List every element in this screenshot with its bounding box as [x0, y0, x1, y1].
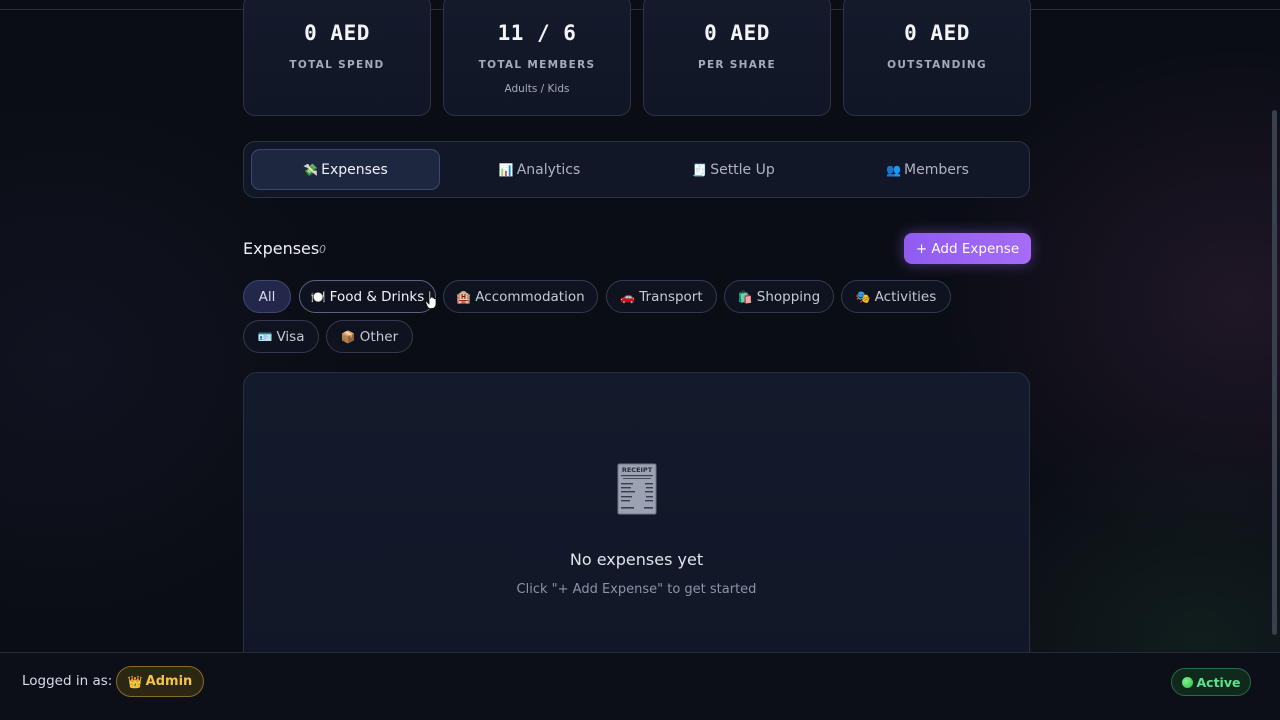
tab-analytics[interactable]: 📊 Analytics — [445, 149, 634, 190]
expenses-empty-panel — [243, 372, 1030, 672]
stat-label: OUTSTANDING — [887, 59, 987, 71]
car-icon: 🚗 — [620, 289, 636, 304]
tab-label: Expenses — [321, 161, 388, 178]
section-title: Expenses — [243, 239, 320, 258]
filter-chip-activities[interactable]: 🎭 Activities — [841, 280, 951, 313]
stat-value: 0 AED — [904, 21, 970, 45]
stat-card-total-members: 11 / 6 TOTAL MEMBERS Adults / Kids — [443, 0, 631, 116]
chip-label: Activities — [874, 288, 937, 305]
chip-label: Visa — [276, 328, 305, 345]
receipt-text: RECEIPT — [622, 466, 653, 474]
tab-settle-up[interactable]: 🧾 Settle Up — [639, 149, 828, 190]
logged-in-label: Logged in as: — [22, 673, 113, 689]
receipt-icon: RECEIPT — [617, 463, 657, 515]
role-badge: 👑 Admin — [116, 666, 204, 697]
tab-label: Members — [904, 161, 969, 178]
chip-label: Other — [359, 328, 399, 345]
chip-label: Shopping — [756, 288, 821, 305]
stat-card-outstanding: 0 AED OUTSTANDING — [843, 0, 1031, 116]
filter-chip-shopping[interactable]: 🛍️ Shopping — [724, 280, 834, 313]
top-edge — [0, 0, 1280, 10]
empty-state-subtitle: Click "+ Add Expense" to get started — [516, 582, 757, 597]
receipt-icon: 🧾 — [692, 162, 708, 177]
package-icon: 📦 — [340, 329, 356, 344]
stat-card-total-spend: 0 AED TOTAL SPEND — [243, 0, 431, 116]
stat-label: TOTAL SPEND — [289, 59, 385, 71]
chip-label: Transport — [639, 288, 703, 305]
role-label: Admin — [145, 674, 193, 689]
filter-chip-food-drinks[interactable]: 🍽️ Food & Drinks — [299, 280, 436, 313]
empty-state-title: No expenses yet — [569, 550, 704, 569]
green-circle-icon — [1181, 676, 1193, 688]
filter-chip-other[interactable]: 📦 Other — [326, 320, 413, 353]
chip-label: All — [258, 288, 276, 305]
hotel-icon: 🏨 — [456, 289, 472, 304]
tab-label: Analytics — [516, 161, 581, 178]
stat-value: 0 AED — [304, 21, 370, 45]
theater-masks-icon: 🎭 — [855, 289, 871, 304]
stat-sublabel: Adults / Kids — [504, 83, 570, 95]
bar-chart-icon: 📊 — [498, 162, 514, 177]
filter-chip-visa[interactable]: 🪪 Visa — [243, 320, 319, 353]
status-badge: Active — [1171, 668, 1251, 696]
stat-label: PER SHARE — [697, 59, 777, 71]
stat-value: 11 / 6 — [497, 21, 577, 45]
add-expense-button[interactable]: + Add Expense — [904, 233, 1031, 264]
hand-cursor-icon — [425, 290, 437, 309]
expense-count: 0 — [319, 243, 326, 256]
tab-members[interactable]: 👥 Members — [833, 149, 1022, 190]
stat-label: TOTAL MEMBERS — [478, 59, 596, 71]
filter-chip-transport[interactable]: 🚗 Transport — [606, 280, 717, 313]
id-card-icon: 🪪 — [257, 329, 273, 344]
tab-expenses[interactable]: 💸 Expenses — [251, 149, 440, 190]
filter-chip-all[interactable]: All — [243, 280, 291, 313]
shopping-bags-icon: 🛍️ — [737, 289, 753, 304]
chip-label: Food & Drinks — [329, 288, 425, 305]
scrollbar[interactable] — [1272, 110, 1277, 635]
people-icon: 👥 — [886, 162, 902, 177]
chip-label: Accommodation — [475, 288, 585, 305]
plate-icon: 🍽️ — [310, 289, 326, 304]
tab-bar: 💸 Expenses 📊 Analytics 🧾 Settle Up 👥 Mem… — [243, 141, 1030, 198]
tab-label: Settle Up — [710, 161, 775, 178]
crown-icon: 👑 — [127, 674, 143, 689]
stat-value: 0 AED — [704, 21, 770, 45]
status-label: Active — [1196, 674, 1241, 690]
stat-card-per-share: 0 AED PER SHARE — [643, 0, 831, 116]
filter-chip-accommodation[interactable]: 🏨 Accommodation — [443, 280, 598, 313]
money-wings-icon: 💸 — [303, 162, 319, 177]
